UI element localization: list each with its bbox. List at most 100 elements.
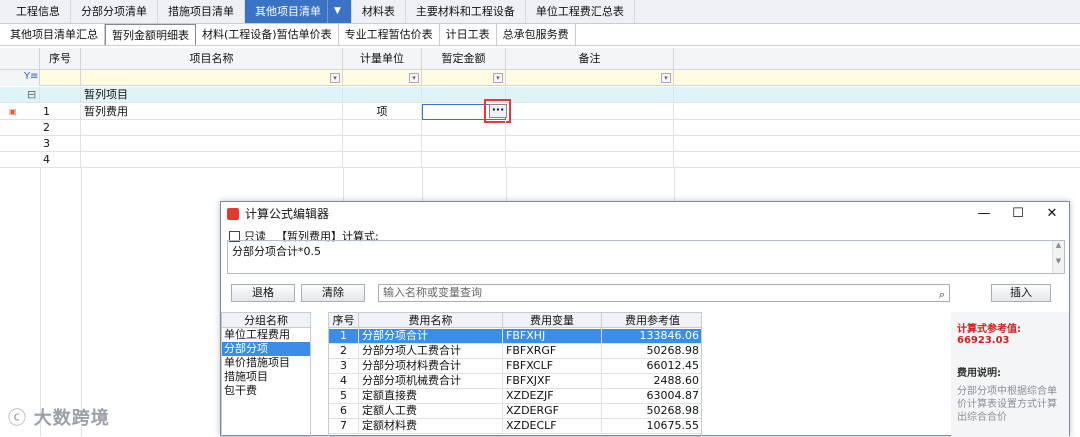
fee-row[interactable]: 7 定额材料费 XZDECLF 10675.55 [329, 419, 701, 434]
subtab-contractor-service[interactable]: 总承包服务费 [497, 24, 576, 45]
collapse-icon[interactable]: ⊟ [24, 87, 40, 103]
col-header-amount[interactable]: 暂定金额 [422, 48, 506, 70]
close-icon[interactable]: ✕ [1035, 202, 1069, 226]
fee-cell-ref: 66012.45 [602, 359, 701, 374]
fee-cell-no: 7 [329, 419, 359, 434]
row-unit[interactable] [343, 136, 422, 152]
row-amount[interactable] [422, 136, 506, 152]
filter-dropdown-icon[interactable]: ▾ [330, 73, 340, 83]
watermark-logo-icon: ⓒ [8, 408, 34, 429]
table-row[interactable]: 3 [0, 136, 1080, 152]
current-row-marker-icon: ▣ [9, 107, 16, 116]
col-header-no[interactable]: 序号 [40, 48, 81, 70]
subtab-provisional-detail[interactable]: 暂列金额明细表 [105, 24, 196, 45]
fee-row[interactable]: 2 分部分项人工费合计 FBFXRGF 50268.98 [329, 344, 701, 359]
row-unit[interactable] [343, 152, 422, 168]
filter-dropdown-icon[interactable]: ▾ [409, 73, 419, 83]
filter-icon[interactable]: Y≡ [0, 70, 40, 86]
group-item-selected[interactable]: 分部分项 [222, 342, 310, 356]
tab-other-items[interactable]: 其他项目清单 ▼ [245, 0, 352, 23]
row-note[interactable] [506, 104, 674, 120]
filter-cell-note[interactable]: ▾ [506, 70, 674, 86]
row-unit[interactable] [343, 120, 422, 136]
backspace-button[interactable]: 退格 [231, 284, 295, 302]
dialog-title: 计算公式编辑器 [245, 207, 330, 221]
tab-measures[interactable]: 措施项目清单 [158, 0, 245, 23]
fee-cell-ref: 133846.06 [602, 329, 701, 344]
formula-scrollbar[interactable]: ▲ ▼ [1052, 241, 1064, 273]
group-item[interactable]: 单价措施项目 [222, 356, 310, 370]
fee-row[interactable]: 4 分部分项机械费合计 FBFXJXF 2488.60 [329, 374, 701, 389]
search-icon[interactable]: ⌕ [939, 287, 945, 303]
filter-dropdown-icon[interactable]: ▾ [493, 73, 503, 83]
fee-cell-var: FBFXCLF [503, 359, 602, 374]
table-row[interactable]: 2 [0, 120, 1080, 136]
row-name[interactable] [81, 136, 343, 152]
filter-cell-amount[interactable]: ▾ [422, 70, 506, 86]
fee-row[interactable]: 6 定额人工费 XZDERGF 50268.98 [329, 404, 701, 419]
watermark: ⓒ 大数跨境 [8, 404, 110, 430]
row-name[interactable] [81, 152, 343, 168]
subtab-daywork[interactable]: 计日工表 [440, 24, 497, 45]
table-row[interactable]: ▣ 1 暂列费用 项 [0, 104, 1080, 120]
fee-row[interactable]: 3 分部分项材料费合计 FBFXCLF 66012.45 [329, 359, 701, 374]
group-item[interactable]: 包干费 [222, 384, 310, 398]
group-list-header: 分组名称 [222, 313, 310, 328]
row-note[interactable] [506, 136, 674, 152]
row-name[interactable]: 暂列费用 [81, 104, 343, 120]
fee-cell-ref: 50268.98 [602, 404, 701, 419]
tab-fee-summary[interactable]: 单位工程费汇总表 [526, 0, 635, 23]
row-name[interactable] [81, 120, 343, 136]
filter-cell-no[interactable] [40, 70, 81, 86]
fee-cell-var: FBFXJXF [503, 374, 602, 389]
dialog-titlebar[interactable]: 计算公式编辑器 — ☐ ✕ [221, 202, 1069, 226]
group-list: 分组名称 单位工程费用 分部分项 单价措施项目 措施项目 包干费 [221, 312, 311, 437]
fee-cell-no: 1 [329, 329, 359, 344]
search-input[interactable]: 输入名称或变量查询 ⌕ [378, 284, 950, 302]
fee-col-var: 费用变量 [503, 313, 602, 328]
group-unit [343, 87, 422, 103]
grid-line [81, 168, 82, 436]
watermark-text: 大数跨境 [33, 408, 110, 429]
group-item[interactable]: 措施项目 [222, 370, 310, 384]
minimize-icon[interactable]: — [967, 202, 1001, 226]
row-amount[interactable] [422, 120, 506, 136]
insert-button[interactable]: 插入 [991, 284, 1051, 302]
fee-cell-no: 4 [329, 374, 359, 389]
subtab-material-estimate[interactable]: 材料(工程设备)暂估单价表 [196, 24, 339, 45]
ellipsis-button[interactable]: ··· [489, 104, 507, 118]
fee-cell-var: FBFXRGF [503, 344, 602, 359]
fee-cell-ref: 63004.87 [602, 389, 701, 404]
filter-cell-unit[interactable]: ▾ [343, 70, 422, 86]
row-note[interactable] [506, 152, 674, 168]
table-row[interactable]: 4 [0, 152, 1080, 168]
tab-main-materials[interactable]: 主要材料和工程设备 [406, 0, 526, 23]
group-row[interactable]: ⊟ 暂列项目 [0, 87, 1080, 103]
col-header-unit[interactable]: 计量单位 [343, 48, 422, 70]
row-unit[interactable]: 项 [343, 104, 422, 120]
col-header-name[interactable]: 项目名称 [81, 48, 343, 70]
group-name: 暂列项目 [81, 87, 343, 103]
tab-sub-items[interactable]: 分部分项清单 [71, 0, 158, 23]
subtab-summary[interactable]: 其他项目清单汇总 [4, 24, 105, 45]
filter-dropdown-icon[interactable]: ▾ [661, 73, 671, 83]
chevron-down-icon[interactable]: ▼ [327, 0, 341, 23]
col-header-note[interactable]: 备注 [506, 48, 674, 70]
row-amount[interactable] [422, 152, 506, 168]
fee-row-selected[interactable]: 1 分部分项合计 FBFXHJ 133846.06 [329, 329, 701, 344]
subtab-professional-estimate[interactable]: 专业工程暂估价表 [339, 24, 440, 45]
row-no: 1 [40, 104, 81, 120]
fee-cell-name: 分部分项合计 [359, 329, 503, 344]
filter-row: Y≡ ▾ ▾ ▾ ▾ [0, 70, 1080, 86]
fee-cell-name: 分部分项人工费合计 [359, 344, 503, 359]
row-note[interactable] [506, 120, 674, 136]
group-item[interactable]: 单位工程费用 [222, 328, 310, 342]
desc-label: 费用说明: [957, 368, 1001, 379]
tab-project-info[interactable]: 工程信息 [6, 0, 71, 23]
clear-button[interactable]: 清除 [301, 284, 365, 302]
fee-row[interactable]: 5 定额直接费 XZDEZJF 63004.87 [329, 389, 701, 404]
filter-cell-name[interactable]: ▾ [81, 70, 343, 86]
formula-textarea[interactable]: 分部分项合计*0.5 ▲ ▼ [227, 240, 1065, 274]
tab-materials[interactable]: 材料表 [352, 0, 406, 23]
maximize-icon[interactable]: ☐ [1001, 202, 1035, 226]
